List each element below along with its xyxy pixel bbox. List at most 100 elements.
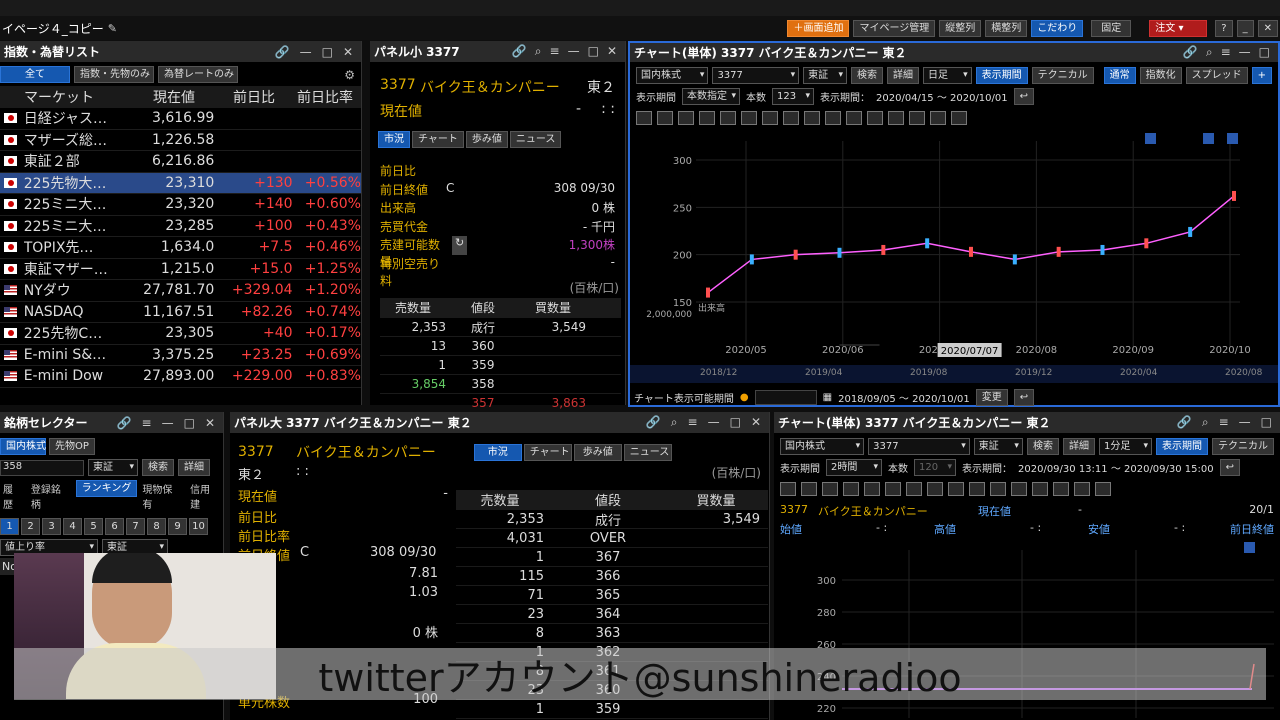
maximize-icon[interactable]: □ — [322, 45, 333, 59]
exchange-select[interactable]: 東証 — [88, 459, 138, 476]
detail-button[interactable]: 詳細 — [887, 67, 919, 84]
drawing-tool-icon[interactable] — [909, 111, 925, 125]
orderbook-row[interactable]: 2,353 成行 3,549 — [456, 510, 768, 529]
drawing-tool-icon[interactable] — [1011, 482, 1027, 496]
news-marker-icon[interactable] — [1244, 542, 1255, 553]
refresh-icon[interactable]: ↩ — [1013, 88, 1035, 105]
search-button[interactable]: 検索 — [142, 459, 174, 476]
page-button[interactable]: 7 — [126, 518, 145, 535]
mypage-manage-button[interactable]: マイページ管理 — [853, 19, 936, 37]
subtab-4[interactable]: 信用建 — [187, 480, 223, 512]
drawing-tool-icon[interactable] — [741, 111, 757, 125]
table-row[interactable]: 225ミニ大… 23,320 +140 +0.60% — [0, 194, 361, 216]
search-icon[interactable]: ⌕ — [671, 415, 678, 430]
drawing-tool-icon[interactable] — [1032, 482, 1048, 496]
orderbook-row[interactable]: 1 359 — [380, 356, 621, 375]
news-marker-icon[interactable] — [1227, 133, 1238, 144]
col-market[interactable]: マーケット — [0, 87, 112, 107]
close-icon[interactable]: ✕ — [751, 415, 761, 430]
refresh-icon[interactable]: ↻ — [452, 236, 468, 255]
tab-futures[interactable]: 指数・先物のみ — [74, 66, 154, 83]
vertical-align-button[interactable]: 縦整列 — [939, 19, 982, 37]
link-icon[interactable]: 🔗 — [1183, 45, 1198, 60]
minimize-app-button[interactable]: _ — [1236, 19, 1254, 37]
pin-button[interactable]: 固定 — [1091, 19, 1132, 37]
search-button[interactable]: 検索 — [1026, 438, 1059, 455]
drawing-tool-icon[interactable] — [699, 111, 715, 125]
drawing-tool-icon[interactable] — [969, 482, 985, 496]
code-select[interactable]: 3377 — [868, 438, 970, 455]
minimize-icon[interactable]: — — [1239, 415, 1251, 430]
drawing-tool-icon[interactable] — [636, 111, 652, 125]
disp-mode-select[interactable]: 2時間 — [826, 459, 882, 476]
add-icon[interactable]: + — [1251, 67, 1272, 84]
orderbook-row[interactable]: 1 367 — [456, 548, 768, 567]
link-icon[interactable]: 🔗 — [646, 415, 661, 430]
page-button[interactable]: 9 — [168, 518, 187, 535]
normal-button[interactable]: 通常 — [1103, 67, 1136, 84]
link-icon[interactable]: 🔗 — [512, 44, 527, 59]
orderbook-row[interactable]: 2,353 成行 3,549 — [380, 318, 621, 337]
page-button[interactable]: 3 — [42, 518, 61, 535]
drawing-tool-icon[interactable] — [927, 482, 943, 496]
drawing-tool-icon[interactable] — [801, 482, 817, 496]
detail-button[interactable]: 詳細 — [1062, 438, 1095, 455]
tab-1[interactable]: チャート — [523, 443, 572, 461]
table-row[interactable]: E-mini Dow 27,893.00 +229.00 +0.83% — [0, 366, 361, 388]
page-button[interactable]: 6 — [105, 518, 124, 535]
search-button[interactable]: 検索 — [851, 67, 883, 84]
tab-3[interactable]: ニュース — [509, 131, 562, 148]
search-icon[interactable]: ⌕ — [535, 44, 542, 59]
search-icon[interactable]: ⌕ — [1206, 45, 1213, 60]
period-button[interactable]: 表示期間 — [975, 67, 1028, 84]
detail-button[interactable]: 詳細 — [178, 459, 210, 476]
search-icon[interactable]: ⌕ — [1202, 415, 1209, 430]
table-row[interactable]: NYダウ 27,781.70 +329.04 +1.20% — [0, 280, 361, 302]
drawing-tool-icon[interactable] — [906, 482, 922, 496]
drawing-tool-icon[interactable] — [990, 482, 1006, 496]
exchange-select[interactable]: 東証 — [973, 438, 1023, 455]
link-icon[interactable]: 🔗 — [275, 45, 290, 59]
orderbook-row[interactable]: 8 363 — [456, 624, 768, 643]
drawing-tool-icon[interactable] — [783, 111, 799, 125]
drawing-tool-icon[interactable] — [1095, 482, 1111, 496]
link-icon[interactable]: 🔗 — [117, 416, 132, 430]
drawing-tool-icon[interactable] — [825, 111, 841, 125]
order-button[interactable]: 注文 ▾ — [1149, 19, 1208, 37]
menu-icon[interactable]: ≡ — [142, 416, 152, 430]
drawing-tool-icon[interactable] — [843, 482, 859, 496]
tab-1[interactable]: チャート — [412, 131, 464, 148]
maximize-icon[interactable]: □ — [184, 416, 195, 430]
drawing-tool-icon[interactable] — [657, 111, 673, 125]
drawing-tool-icon[interactable] — [864, 482, 880, 496]
exchange-select[interactable]: 東証 — [803, 67, 847, 84]
table-row[interactable]: E-mini S&… 3,375.25 +23.25 +0.69% — [0, 345, 361, 366]
orderbook-row[interactable]: 1 359 — [456, 700, 768, 719]
drawing-tool-icon[interactable] — [867, 111, 883, 125]
technical-button[interactable]: テクニカル — [1031, 67, 1094, 84]
orderbook-row[interactable]: 3,854 358 — [380, 375, 621, 394]
disp-mode-select[interactable]: 本数指定 — [682, 88, 740, 105]
minimize-icon[interactable]: — — [568, 44, 580, 59]
link-icon[interactable]: 🔗 — [1177, 415, 1192, 430]
drawing-tool-icon[interactable] — [846, 111, 862, 125]
orderbook-row[interactable]: 13 360 — [380, 337, 621, 356]
market-select[interactable]: 国内株式 — [780, 438, 865, 455]
date-input[interactable] — [754, 390, 817, 405]
code-input[interactable]: 358 — [0, 459, 84, 476]
page-button[interactable]: 2 — [21, 518, 40, 535]
menu-icon[interactable]: ≡ — [1221, 45, 1231, 60]
maximize-icon[interactable]: □ — [1261, 415, 1272, 430]
tab-2[interactable]: 歩み値 — [573, 443, 622, 461]
close-icon[interactable]: ✕ — [205, 416, 215, 430]
period-button[interactable]: 表示期間 — [1156, 438, 1208, 455]
col-pct[interactable]: 前日比率 — [275, 87, 353, 107]
minimize-icon[interactable]: — — [708, 415, 720, 430]
menu-icon[interactable]: ≡ — [550, 44, 560, 59]
close-icon[interactable]: ✕ — [607, 44, 617, 59]
col-price[interactable]: 現在値 — [112, 87, 195, 107]
drawing-tool-icon[interactable] — [948, 482, 964, 496]
tab-domestic[interactable]: 国内株式 — [0, 438, 46, 455]
settings-gear-icon[interactable]: ⚙ — [344, 68, 355, 82]
orderbook-row[interactable]: 357 3,863 — [380, 394, 621, 413]
